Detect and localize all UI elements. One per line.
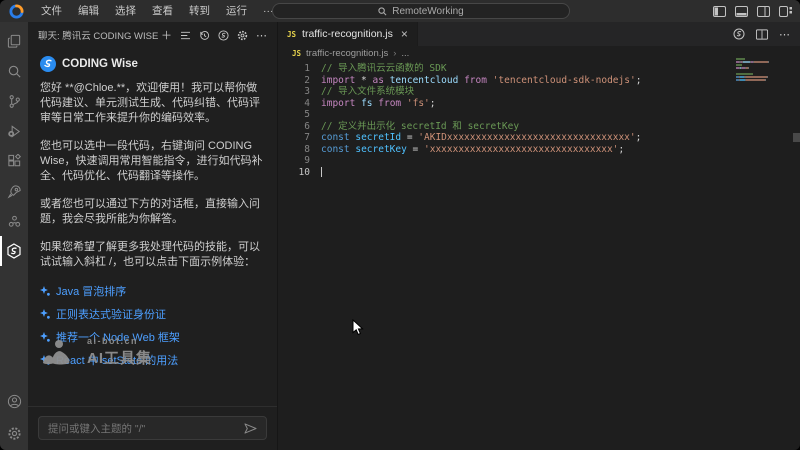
watermark-title: AI工具集 (87, 347, 152, 368)
run-debug-icon[interactable] (0, 116, 28, 146)
line-number: 4 (278, 98, 310, 110)
code-line[interactable]: 1// 导入腾讯云云函数的 SDK (278, 63, 800, 75)
line-number: 7 (278, 132, 310, 144)
chat-panel-title: 聊天: 腾讯云 CODING WISE (38, 28, 158, 42)
menu-item[interactable]: 运行 (218, 0, 255, 22)
tab-bar: JS traffic-recognition.js × (278, 22, 800, 46)
line-number: 9 (278, 155, 310, 167)
chat-settings-gear-icon[interactable] (237, 30, 248, 41)
line-number: 10 (278, 167, 310, 179)
ai-bot-logo-icon (42, 339, 80, 365)
code-line[interactable]: 7const secretId = 'AKIDxxxxxxxxxxxxxxxxx… (278, 132, 800, 144)
history-icon[interactable] (199, 30, 210, 41)
breadcrumb-js-icon: JS (292, 49, 301, 58)
chat-paragraph: 您好 **@Chloe.**，欢迎使用！我可以帮你做代码建议、单元测试生成、代码… (40, 81, 265, 126)
explorer-icon[interactable] (0, 26, 28, 56)
toggle-secondary-sidebar-icon[interactable] (757, 6, 770, 17)
text-caret (321, 167, 322, 177)
watermark-domain: ai-bot.cn (87, 336, 152, 346)
title-bar: 文件编辑选择查看转到运行··· ← → RemoteWorking (0, 0, 800, 22)
code-line[interactable]: 5 (278, 109, 800, 121)
chat-panel-header: 聊天: 腾讯云 CODING WISE ＋ ⋯ (28, 22, 277, 48)
chat-input[interactable]: 提问或键入主题的 "/" (38, 416, 267, 440)
example-link[interactable]: Java 冒泡排序 (40, 283, 265, 299)
tab-traffic-recognition[interactable]: JS traffic-recognition.js × (278, 22, 418, 46)
breadcrumb-symbol[interactable]: ... (401, 48, 409, 59)
menu-item[interactable]: 选择 (107, 0, 144, 22)
toggle-panel-icon[interactable] (735, 6, 748, 17)
search-view-icon[interactable] (0, 56, 28, 86)
send-icon[interactable] (244, 423, 257, 434)
code-line[interactable]: 3// 导入文件系统模块 (278, 86, 800, 98)
new-chat-icon[interactable]: ＋ (161, 27, 172, 43)
coding-wise-icon[interactable] (0, 236, 28, 266)
coding-wise-avatar (40, 56, 56, 72)
tab-close-icon[interactable]: × (401, 27, 408, 41)
toggle-sidebar-icon[interactable] (713, 6, 726, 17)
search-icon (378, 7, 387, 16)
editor-more-icon[interactable]: ⋯ (779, 28, 790, 41)
scrollbar-thumb[interactable] (793, 133, 800, 142)
source-control-icon[interactable] (0, 86, 28, 116)
code-line[interactable]: 8const secretKey = 'xxxxxxxxxxxxxxxxxxxx… (278, 144, 800, 156)
example-label: Java 冒泡排序 (56, 283, 126, 299)
example-label: 正则表达式验证身份证 (56, 306, 166, 322)
chat-more-icon[interactable]: ⋯ (256, 29, 267, 42)
js-file-icon: JS (287, 30, 296, 39)
code-editor[interactable]: 1// 导入腾讯云云函数的 SDK2import * as tencentclo… (278, 63, 800, 450)
tab-label: traffic-recognition.js (302, 28, 393, 40)
command-center-search[interactable]: RemoteWorking (272, 3, 570, 19)
session-list-icon[interactable] (180, 31, 191, 40)
line-number: 3 (278, 86, 310, 98)
chat-input-placeholder: 提问或键入主题的 "/" (48, 421, 244, 436)
extensions-icon[interactable] (0, 146, 28, 176)
code-lines: 1// 导入腾讯云云函数的 SDK2import * as tencentclo… (278, 63, 800, 178)
code-line[interactable]: 6// 定义并出示化 secretId 和 secretKey (278, 121, 800, 133)
activity-bar (0, 22, 28, 450)
assistant-name: CODING Wise (62, 58, 138, 70)
breadcrumb-file[interactable]: traffic-recognition.js (306, 48, 388, 59)
menu-item[interactable]: 转到 (181, 0, 218, 22)
command-center-value: RemoteWorking (392, 6, 464, 17)
code-line[interactable]: 4import fs from 'fs'; (278, 98, 800, 110)
vscode-window: 文件编辑选择查看转到运行··· ← → RemoteWorking (0, 0, 800, 450)
example-link[interactable]: 正则表达式验证身份证 (40, 306, 265, 322)
menu-item[interactable]: 查看 (144, 0, 181, 22)
code-line[interactable]: 9 (278, 155, 800, 167)
mouse-cursor (352, 319, 364, 337)
menu-item[interactable]: 文件 (33, 0, 70, 22)
code-line[interactable]: 2import * as tencentcloud from 'tencentc… (278, 75, 800, 87)
chat-panel: 聊天: 腾讯云 CODING WISE ＋ ⋯ CODING Wise (28, 22, 278, 450)
line-number: 8 (278, 144, 310, 156)
line-number: 1 (278, 63, 310, 75)
settings-gear-icon[interactable] (0, 418, 28, 448)
coding-logo-icon (9, 4, 24, 19)
wise-mini-logo-icon[interactable] (218, 30, 229, 41)
chat-paragraph: 如果您希望了解更多我处理代码的技能，可以试试输入斜杠 /，也可以点击下面示例体验… (40, 240, 265, 270)
organization-icon[interactable] (0, 206, 28, 236)
chat-message-area: CODING Wise 您好 **@Chloe.**，欢迎使用！我可以帮你做代码… (28, 48, 277, 406)
customize-layout-icon[interactable] (779, 6, 792, 17)
sparkle-icon (40, 309, 50, 319)
breadcrumb-separator-icon: › (393, 48, 396, 59)
watermark: ai-bot.cn AI工具集 (42, 336, 152, 368)
remote-explorer-icon[interactable] (0, 176, 28, 206)
code-line[interactable]: 10 (278, 167, 800, 179)
wise-editor-action-icon[interactable] (733, 28, 745, 40)
line-number: 5 (278, 109, 310, 121)
sparkle-icon (40, 286, 50, 296)
chat-paragraph: 或者您也可以通过下方的对话框，直接输入问题，我会尽我所能为你解答。 (40, 197, 265, 227)
account-icon[interactable] (0, 386, 28, 416)
split-editor-icon[interactable] (756, 29, 768, 40)
line-number: 2 (278, 75, 310, 87)
menu-item[interactable]: 编辑 (70, 0, 107, 22)
chat-input-area: 提问或键入主题的 "/" (28, 406, 277, 450)
chat-messages: 您好 **@Chloe.**，欢迎使用！我可以帮你做代码建议、单元测试生成、代码… (40, 81, 265, 270)
menu-bar: 文件编辑选择查看转到运行··· (33, 0, 282, 22)
minimap[interactable] (736, 58, 790, 88)
chat-paragraph: 您也可以选中一段代码，右键询问 CODING Wise，快速调用常用智能指令，进… (40, 139, 265, 184)
editor-group: JS traffic-recognition.js × ⋯ JS traffic… (278, 22, 800, 450)
breadcrumb[interactable]: JS traffic-recognition.js › ... (278, 46, 800, 61)
line-number: 6 (278, 121, 310, 133)
